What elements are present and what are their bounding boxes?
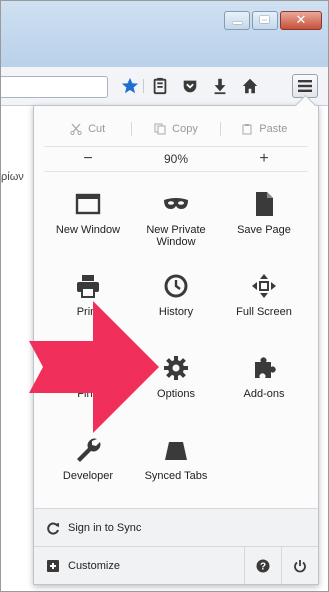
options-button[interactable]: Options bbox=[132, 342, 220, 424]
close-icon: ✕ bbox=[295, 12, 307, 27]
wrench-icon bbox=[77, 438, 101, 462]
zoom-in-button[interactable]: + bbox=[220, 150, 308, 168]
fullscreen-arrows-icon bbox=[252, 274, 276, 298]
help-icon: ? bbox=[256, 559, 270, 572]
copy-button[interactable]: Copy bbox=[132, 123, 219, 135]
customize-button[interactable]: Customize bbox=[68, 560, 120, 572]
printer-icon bbox=[77, 275, 99, 298]
toolbar-separator bbox=[143, 79, 144, 93]
paste-icon bbox=[242, 124, 252, 135]
synced-tabs-icon bbox=[165, 442, 187, 460]
maximize-icon bbox=[260, 16, 269, 23]
paste-button[interactable]: Paste bbox=[221, 123, 308, 135]
pocket-icon[interactable] bbox=[181, 77, 199, 95]
magnifier-icon bbox=[77, 357, 100, 380]
browser-window: ✕ ρίων Cut Copy Paste − 90% + New Window… bbox=[0, 0, 329, 592]
copy-label: Copy bbox=[172, 123, 198, 135]
sign-in-sync-row[interactable]: Sign in to Sync bbox=[34, 508, 318, 546]
svg-text:?: ? bbox=[260, 561, 266, 572]
new-window-label: New Window bbox=[55, 224, 121, 236]
zoom-controls: − 90% + bbox=[44, 146, 308, 172]
help-button[interactable]: ? bbox=[244, 547, 281, 584]
print-button[interactable]: Print bbox=[44, 260, 132, 342]
synced-tabs-label: Synced Tabs bbox=[144, 470, 208, 482]
window-icon bbox=[75, 193, 101, 215]
puzzle-piece-icon bbox=[255, 357, 276, 378]
sign-in-sync-label: Sign in to Sync bbox=[68, 521, 142, 534]
window-controls: ✕ bbox=[224, 11, 322, 30]
find-label: Find bbox=[77, 388, 99, 400]
developer-button[interactable]: Developer bbox=[44, 424, 132, 506]
footer-actions: ? bbox=[244, 547, 318, 584]
minimize-button[interactable] bbox=[224, 11, 250, 30]
new-private-window-button[interactable]: New Private Window bbox=[132, 178, 220, 260]
bookmarks-menu-icon[interactable] bbox=[151, 77, 169, 95]
add-ons-button[interactable]: Add-ons bbox=[220, 342, 308, 424]
add-ons-label: Add-ons bbox=[243, 388, 285, 400]
close-button[interactable]: ✕ bbox=[280, 11, 322, 30]
edit-controls: Cut Copy Paste bbox=[44, 114, 308, 144]
full-screen-label: Full Screen bbox=[236, 306, 292, 318]
menu-grid: New Window New Private Window Save Page bbox=[44, 178, 308, 506]
downloads-icon[interactable] bbox=[211, 77, 229, 95]
zoom-out-button[interactable]: − bbox=[44, 150, 132, 168]
zoom-reset-button[interactable]: 90% bbox=[132, 152, 220, 166]
document-icon bbox=[256, 192, 273, 216]
new-private-window-label: New Private Window bbox=[146, 224, 206, 248]
cut-button[interactable]: Cut bbox=[44, 123, 131, 135]
maximize-button[interactable] bbox=[252, 11, 278, 30]
synced-tabs-button[interactable]: Synced Tabs bbox=[132, 424, 220, 506]
gear-icon bbox=[164, 356, 188, 380]
history-button[interactable]: History bbox=[132, 260, 220, 342]
cut-label: Cut bbox=[88, 123, 106, 135]
paste-label: Paste bbox=[259, 123, 288, 135]
page-content-snippet: ρίων bbox=[1, 171, 24, 183]
developer-label: Developer bbox=[62, 470, 114, 482]
bookmark-star-icon[interactable] bbox=[121, 77, 139, 95]
clock-icon bbox=[164, 274, 188, 298]
scissors-icon bbox=[70, 123, 82, 135]
new-window-button[interactable]: New Window bbox=[44, 178, 132, 260]
power-icon bbox=[294, 559, 306, 572]
sync-icon bbox=[47, 522, 59, 534]
home-icon[interactable] bbox=[241, 77, 259, 95]
full-screen-button[interactable]: Full Screen bbox=[220, 260, 308, 342]
title-bar: ✕ bbox=[1, 1, 328, 67]
history-label: History bbox=[158, 306, 194, 318]
quit-button[interactable] bbox=[281, 547, 318, 584]
firefox-menu-panel: Cut Copy Paste − 90% + New Window New Pr… bbox=[33, 94, 319, 585]
nav-toolbar bbox=[1, 67, 328, 106]
copy-icon bbox=[154, 123, 166, 135]
print-label: Print bbox=[76, 306, 100, 318]
mask-icon bbox=[164, 198, 188, 209]
save-page-button[interactable]: Save Page bbox=[220, 178, 308, 260]
minimize-icon bbox=[233, 22, 242, 24]
find-button[interactable]: Find bbox=[44, 342, 132, 424]
customize-row: Customize ? bbox=[34, 546, 318, 584]
options-label: Options bbox=[157, 388, 195, 400]
save-page-label: Save Page bbox=[237, 224, 291, 236]
url-bar[interactable] bbox=[1, 76, 108, 98]
customize-icon bbox=[47, 559, 59, 572]
